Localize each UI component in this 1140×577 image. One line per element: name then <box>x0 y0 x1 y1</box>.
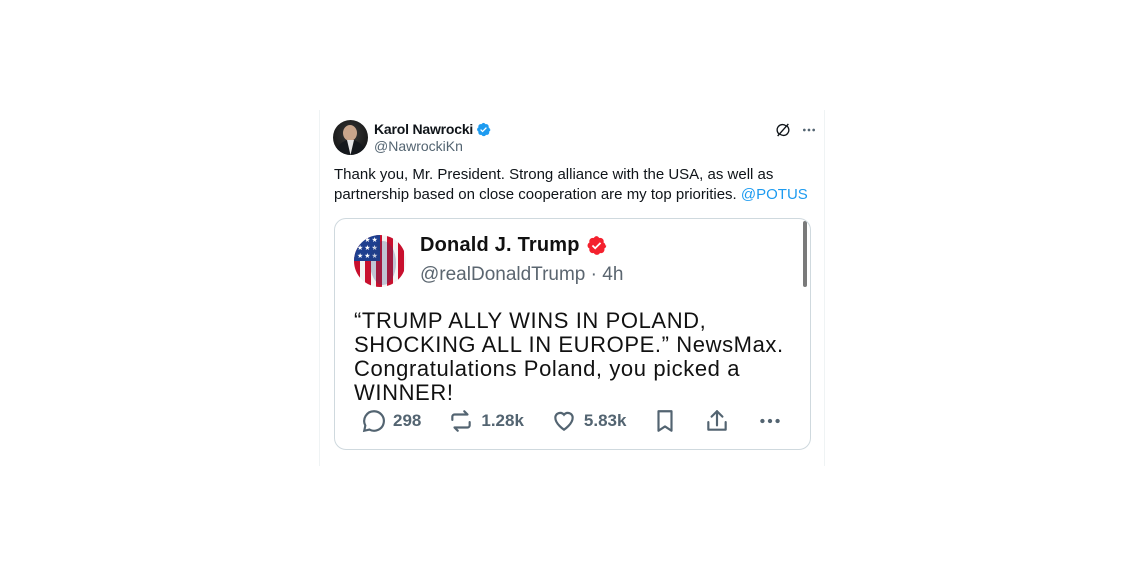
post-text: Thank you, Mr. President. Strong allianc… <box>334 165 812 205</box>
separator-dot: · <box>590 264 597 285</box>
quoted-action-bar: 298 1.28k 5.83k <box>361 406 790 436</box>
more-icon[interactable] <box>800 121 818 139</box>
quoted-author-name[interactable]: Donald J. Trump <box>420 234 607 257</box>
quoted-timestamp[interactable]: 4h <box>602 264 623 285</box>
quoted-text: “TRUMP ALLY WINS IN POLAND, SHOCKING ALL… <box>354 308 784 405</box>
author-handle[interactable]: @NawrockiKn <box>374 138 463 154</box>
bookmark-icon <box>657 410 674 432</box>
top-actions <box>774 121 818 139</box>
mention-link[interactable]: @POTUS <box>741 186 808 203</box>
reply-button[interactable]: 298 <box>361 408 421 434</box>
repost-button[interactable]: 1.28k <box>447 408 524 434</box>
like-count: 5.83k <box>583 411 627 430</box>
grok-icon[interactable] <box>774 121 792 139</box>
author-avatar[interactable] <box>333 120 368 155</box>
share-icon <box>707 410 728 431</box>
reply-count: 298 <box>393 411 422 430</box>
quoted-author-avatar[interactable]: ★★★ ★★★ ★★★ <box>354 235 406 287</box>
tweet-card: Karol Nawrocki @NawrockiKn Thank you, Mr… <box>319 110 825 466</box>
author-name-label[interactable]: Karol Nawrocki <box>374 121 473 137</box>
more-actions-button[interactable] <box>756 408 784 434</box>
like-button[interactable]: 5.83k <box>550 408 627 434</box>
verified-badge-icon <box>476 122 491 137</box>
heart-icon <box>554 411 574 431</box>
post-text-content: Thank you, Mr. President. Strong allianc… <box>334 166 774 203</box>
quoted-author-name-label[interactable]: Donald J. Trump <box>420 234 580 257</box>
author-name[interactable]: Karol Nawrocki <box>374 121 491 137</box>
quoted-handle[interactable]: @realDonaldTrump <box>420 264 585 285</box>
share-button[interactable] <box>704 407 730 435</box>
quoted-post[interactable]: ★★★ ★★★ ★★★ Donald J. Trump @realDonaldTru… <box>334 218 811 450</box>
repost-icon <box>451 410 472 432</box>
bookmark-button[interactable] <box>652 408 678 434</box>
reply-icon <box>362 410 385 433</box>
more-icon <box>760 418 781 424</box>
quoted-author-handle: @realDonaldTrump · 4h <box>420 264 623 286</box>
scrollbar[interactable] <box>803 221 807 287</box>
repost-count: 1.28k <box>481 411 524 430</box>
verified-badge-icon <box>586 235 607 256</box>
